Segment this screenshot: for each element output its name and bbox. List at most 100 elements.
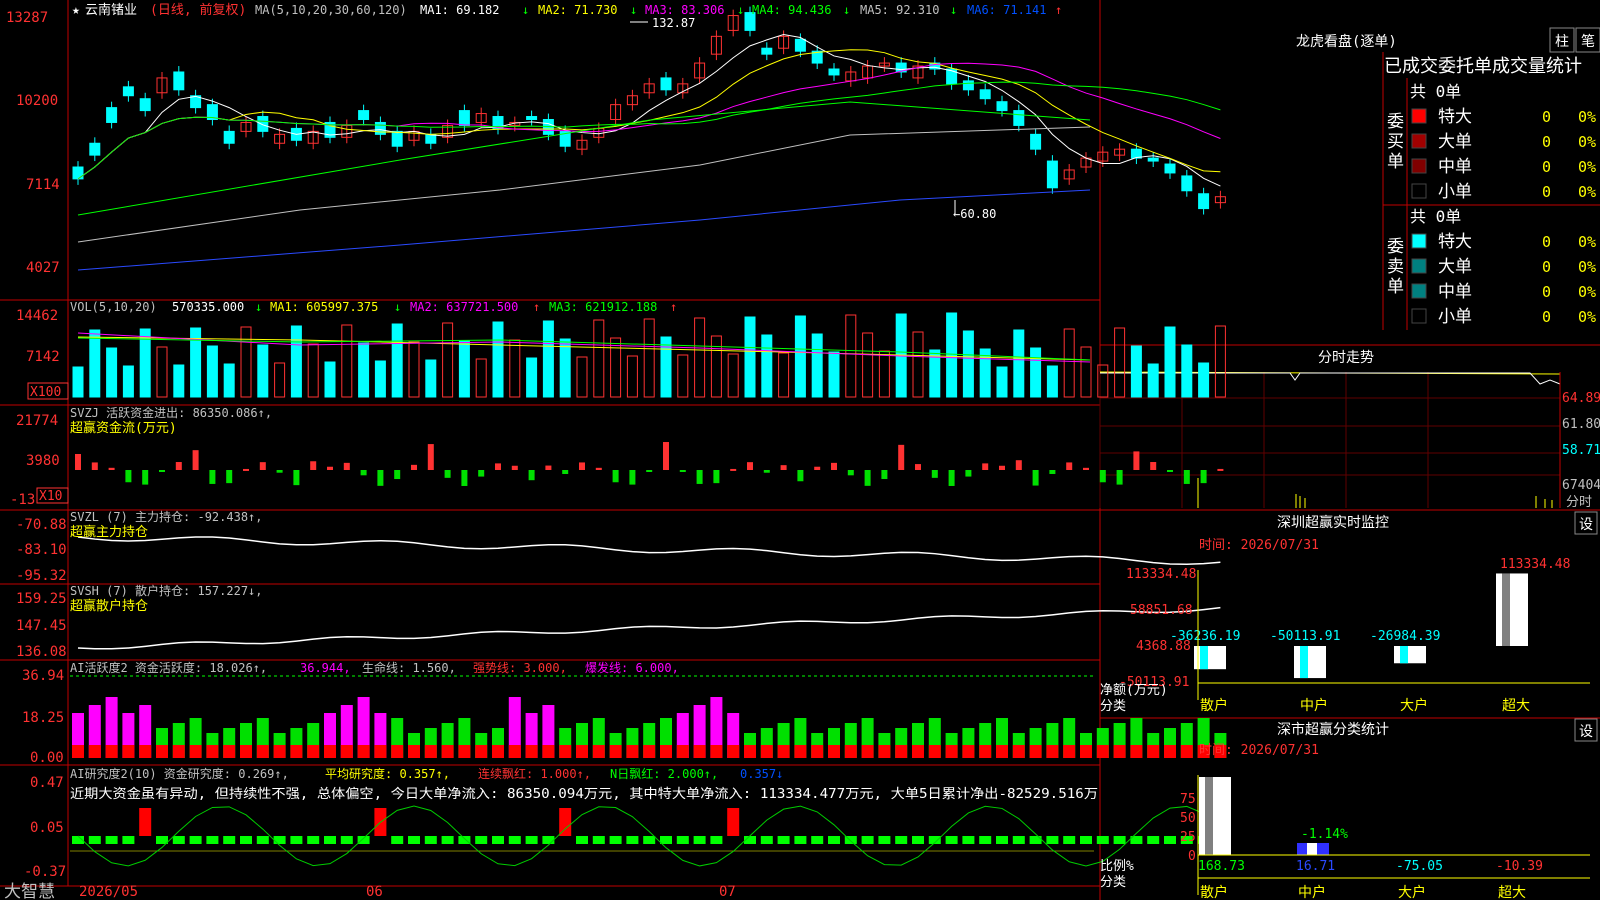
class-value-label: 16.71	[1296, 859, 1335, 874]
svzj-bar	[1066, 462, 1073, 470]
volume-bar	[828, 351, 840, 398]
svzj-unit: X10	[39, 489, 62, 504]
class-value-label: -10.39	[1496, 859, 1543, 874]
svzj-bar	[394, 470, 401, 480]
sz-monitor-axis-sub: 分类	[1100, 699, 1126, 714]
monitor-bar-shade	[1200, 646, 1208, 670]
ai-active-base	[1147, 745, 1160, 758]
price-tick-2: 10200	[16, 93, 58, 109]
vol-value-arrow: ↓	[255, 300, 262, 314]
ai-research-bar	[676, 836, 689, 844]
svzj-bar	[1217, 468, 1224, 471]
ai-active-base	[861, 745, 874, 758]
ai-research-streak: 连续飘红: 1.000↑,	[478, 766, 591, 781]
order-size-label: 中单	[1438, 282, 1472, 302]
moving-average-lines	[77, 21, 1221, 271]
order-color-swatch	[1411, 108, 1427, 124]
order-qty: 0	[1542, 183, 1551, 201]
ai-research-bar	[223, 836, 236, 844]
monitor-bar	[1194, 646, 1226, 670]
intraday-vol-label: 分时	[1566, 495, 1592, 510]
volume-bar	[475, 358, 487, 398]
svzj-bar	[1032, 470, 1039, 486]
sz-class-tick-4: 0	[1188, 849, 1196, 864]
ai-research-bar	[492, 836, 504, 844]
order-color-swatch	[1411, 258, 1427, 274]
class-value-label: -75.05	[1396, 859, 1443, 874]
ai-active-base	[307, 745, 320, 758]
volume-bar	[223, 363, 235, 398]
svzj-bar	[763, 470, 770, 473]
sz-class-axis-title: 比例%	[1100, 859, 1134, 874]
svzj-bar	[545, 465, 552, 470]
x-label-1: 2026/05	[79, 884, 138, 900]
monitor-value-label: -36236.19	[1170, 629, 1240, 644]
monitor-bar-shade	[1400, 646, 1408, 664]
ai-active-base	[811, 745, 824, 758]
svzl-line	[77, 536, 1221, 566]
order-qty: 0	[1542, 258, 1551, 276]
ai-active-title: AI活跃度2 资金活跃度: 18.026↑,	[70, 660, 267, 675]
volume-bar	[206, 345, 218, 398]
star-icon[interactable]: ★	[72, 3, 80, 18]
svzj-bar	[343, 462, 350, 470]
volume-bar	[240, 326, 252, 398]
ai-research-bar	[962, 836, 975, 844]
ma6-line	[77, 189, 1091, 271]
candle-body	[72, 166, 84, 180]
svzl-title: SVZL (7) 主力持仓: -92.438↑,	[70, 509, 263, 524]
order-pct: 0%	[1578, 283, 1596, 301]
volume-bar	[778, 352, 790, 398]
ma2-arrow: ↓	[630, 3, 637, 17]
ai-active-base	[424, 745, 437, 758]
svzj-bar	[1150, 462, 1157, 470]
order-qty: 0	[1542, 233, 1551, 251]
ai-research-title: AI研究度2(10) 资金研究度: 0.269↑,	[70, 766, 289, 781]
ai-research-bar	[508, 836, 521, 844]
ai-research-bar	[172, 836, 185, 844]
svzj-bar	[1116, 470, 1123, 485]
svzj-bar	[142, 470, 149, 485]
order-pct: 0%	[1578, 258, 1596, 276]
candle-body	[358, 110, 370, 120]
ai-research-bar	[559, 808, 572, 836]
sz-class-tick-3: 25	[1180, 830, 1196, 845]
volume-bar	[660, 336, 672, 398]
svzj-bar	[108, 467, 115, 470]
sz-class-tick-1: 75	[1180, 792, 1196, 807]
order-size-label: 中单	[1438, 157, 1472, 177]
side-label-char: 委	[1387, 237, 1404, 257]
class-bar	[1199, 777, 1231, 855]
volume-bar	[492, 321, 504, 398]
candle-body	[1046, 160, 1058, 189]
candle-body	[122, 86, 134, 97]
volume-bar	[1013, 329, 1025, 398]
ai-active-base	[693, 745, 706, 758]
ai-active-base	[576, 745, 588, 758]
candle-body	[391, 130, 403, 147]
candle-body	[458, 110, 470, 126]
volume-bar	[509, 339, 521, 398]
order-size-label: 大单	[1438, 257, 1472, 277]
svzj-title: SVZJ 活跃资金进出: 86350.086↑,	[70, 405, 272, 420]
svzj-bar	[1015, 460, 1022, 470]
svzj-bar	[293, 470, 300, 486]
sz-class-tick-2: 50	[1180, 811, 1196, 826]
svzj-bar	[864, 470, 871, 486]
volume-bar	[307, 343, 319, 398]
ai-research-bar	[340, 836, 353, 844]
ai-active-base	[72, 745, 84, 758]
monitor-category: 大户	[1400, 697, 1428, 714]
candle-body	[1181, 175, 1193, 192]
svzj-bar	[192, 450, 199, 470]
candle-body	[1198, 193, 1210, 210]
ai-active-base	[156, 745, 168, 758]
svzj-bar	[898, 444, 905, 470]
ai-research-bars	[72, 805, 1227, 867]
ai-active-base	[357, 745, 370, 758]
volume-bar	[442, 322, 454, 398]
svzj-bar	[847, 470, 854, 476]
ai-research-tick-2: 0.05	[30, 820, 64, 836]
ai-research-bar	[643, 836, 656, 844]
svzj-bar	[713, 470, 720, 484]
